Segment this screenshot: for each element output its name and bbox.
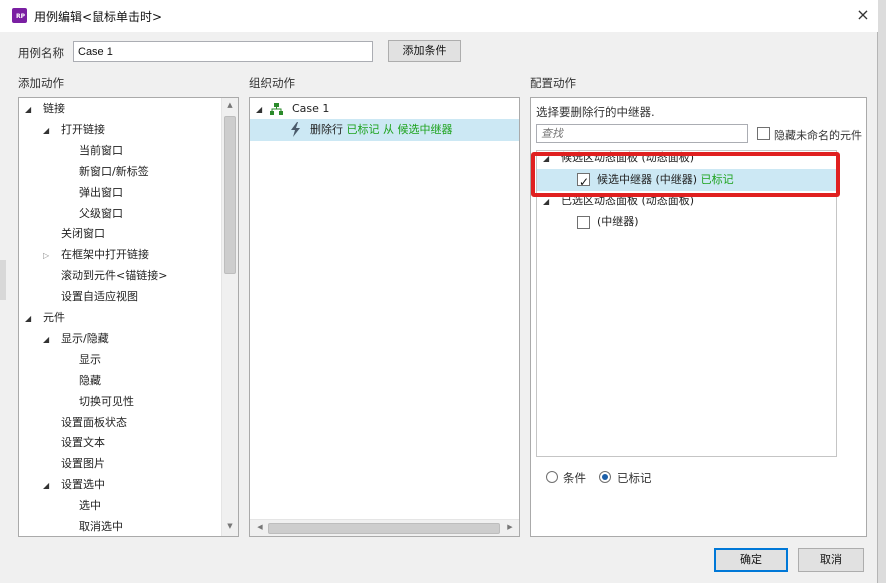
scroll-down-arrow-icon[interactable]: ▼ [223, 522, 237, 530]
add-action-item[interactable]: 新窗口/新标签 [19, 162, 219, 182]
add-action-item-label: 滚动到元件<锚链接> [61, 269, 168, 283]
add-condition-button[interactable]: 添加条件 [388, 40, 461, 62]
add-action-item-label: 设置自适应视图 [61, 290, 138, 304]
organize-action-panel: ◢ Case 1 删除行 已标记 从 候选中继器 ◀ ▶ [249, 97, 520, 537]
add-action-item-label: 新窗口/新标签 [79, 164, 149, 178]
hide-unnamed-checkbox[interactable] [757, 127, 770, 140]
red-highlight-box [531, 152, 840, 197]
add-action-item[interactable]: 滚动到元件<锚链接> [19, 266, 219, 286]
add-action-tree: ◢ 链接 ◢ 打开链接当前窗口新窗口/新标签 弹出窗口父级窗口关闭窗口 ▷ 在框架中打开链接… [18, 97, 239, 537]
add-action-item-label: 元件 [43, 311, 65, 324]
case-tree-icon [270, 103, 283, 115]
add-action-item[interactable]: ◢ 链接 [19, 99, 219, 119]
add-action-item[interactable]: 当前窗口 [19, 141, 219, 161]
add-action-item[interactable]: ◢ 元件 [19, 308, 219, 328]
add-action-item-label: 设置文本 [61, 436, 105, 450]
add-action-item-label: 在框架中打开链接 [61, 248, 149, 262]
expanded-triangle-icon[interactable]: ◢ [25, 100, 31, 120]
add-action-item[interactable]: ▷ 在框架中打开链接 [19, 245, 219, 265]
case-label: Case 1 [292, 102, 330, 115]
expanded-triangle-icon: ◢ [256, 105, 263, 114]
radio-selected-dot [602, 474, 608, 480]
add-action-item[interactable]: 切换可见性 [19, 392, 219, 412]
add-action-item[interactable]: ◢ 打开链接 [19, 120, 219, 140]
search-input[interactable] [536, 124, 748, 143]
add-action-item[interactable]: ◢ 设置选中 [19, 475, 219, 495]
add-action-item-label: 父级窗口 [79, 206, 123, 220]
add-action-item[interactable]: 弹出窗口 [19, 183, 219, 203]
add-action-item[interactable]: 取消选中 [19, 517, 219, 536]
add-action-item-label: 选中 [79, 499, 101, 513]
window-title: 用例编辑<鼠标单击时> [34, 10, 163, 24]
scroll-thumb[interactable] [224, 116, 236, 274]
collapsed-triangle-icon[interactable]: ▷ [43, 246, 49, 266]
add-action-item-label: 设置面板状态 [61, 415, 127, 429]
organize-action-heading: 组织动作 [249, 76, 295, 90]
action-marked-text: 已标记 从 候选中继器 [346, 123, 453, 136]
use-case-editor-dialog: 用例编辑<鼠标单击时> × 用例名称 添加条件 添加动作 组织动作 配置动作 ◢… [0, 0, 878, 583]
scroll-left-arrow-icon[interactable]: ◀ [253, 523, 267, 531]
case-name-input[interactable] [73, 41, 373, 62]
repeater-checkbox[interactable] [577, 216, 590, 229]
add-action-item-label: 当前窗口 [79, 143, 123, 157]
expanded-triangle-icon[interactable]: ◢ [25, 309, 31, 329]
add-action-item[interactable]: 关闭窗口 [19, 224, 219, 244]
add-action-item[interactable]: 设置面板状态 [19, 413, 219, 433]
add-action-item-label: 打开链接 [61, 122, 105, 136]
configure-instruction: 选择要删除行的中继器. [536, 105, 655, 119]
axure-app-icon [12, 8, 27, 23]
delete-row-action[interactable]: 删除行 已标记 从 候选中继器 [250, 119, 519, 141]
expanded-triangle-icon[interactable]: ◢ [43, 476, 49, 496]
add-action-item-label: 弹出窗口 [79, 185, 123, 199]
marked-radio-label: 已标记 [617, 471, 652, 485]
condition-radio-label: 条件 [563, 471, 586, 485]
add-action-item-label: 链接 [43, 102, 65, 115]
add-action-item[interactable]: 设置图片 [19, 454, 219, 474]
condition-radio[interactable] [546, 471, 558, 483]
add-action-item-label: 设置选中 [61, 478, 105, 492]
add-action-item[interactable]: 设置自适应视图 [19, 287, 219, 307]
close-icon[interactable]: × [854, 6, 872, 24]
organize-horizontal-scrollbar[interactable]: ◀ ▶ [250, 519, 519, 536]
expanded-triangle-icon[interactable]: ◢ [43, 121, 49, 141]
scroll-right-arrow-icon[interactable]: ▶ [503, 523, 517, 531]
case-row[interactable]: ◢ Case 1 [250, 99, 519, 119]
add-action-item-label: 隐藏 [79, 373, 101, 387]
configure-action-heading: 配置动作 [530, 76, 576, 90]
add-action-item-label: 显示/隐藏 [61, 331, 109, 345]
ok-button[interactable]: 确定 [714, 548, 788, 572]
add-action-item[interactable]: 父级窗口 [19, 204, 219, 224]
add-action-item-label: 设置图片 [61, 457, 105, 471]
add-action-item[interactable]: 显示 [19, 350, 219, 370]
add-action-item-label: 关闭窗口 [61, 227, 105, 241]
add-action-item-label: 取消选中 [79, 520, 123, 533]
add-action-item-label: 显示 [79, 352, 101, 366]
case-name-label: 用例名称 [18, 46, 64, 60]
hide-unnamed-label: 隐藏未命名的元件 [774, 129, 862, 142]
action-name: 删除行 [310, 123, 347, 136]
expanded-triangle-icon[interactable]: ◢ [43, 330, 49, 350]
item-label: (中继器) [597, 215, 639, 228]
lightning-icon [291, 122, 300, 137]
title-bar: 用例编辑<鼠标单击时> × [0, 0, 878, 32]
add-action-heading: 添加动作 [18, 76, 64, 90]
horizontal-scroll-thumb[interactable] [268, 523, 500, 534]
background-app-strip-left [0, 260, 6, 300]
add-action-item[interactable]: 隐藏 [19, 371, 219, 391]
add-action-item[interactable]: 设置文本 [19, 433, 219, 453]
add-action-vertical-scrollbar[interactable]: ▲ ▼ [221, 98, 238, 536]
tree-item-repeater[interactable]: (中继器) [537, 212, 836, 232]
marked-radio[interactable] [599, 471, 611, 483]
add-action-item[interactable]: ◢ 显示/隐藏 [19, 329, 219, 349]
background-app-strip [878, 0, 886, 583]
scroll-up-arrow-icon[interactable]: ▲ [223, 101, 237, 109]
add-action-item[interactable]: 选中 [19, 496, 219, 516]
cancel-button[interactable]: 取消 [798, 548, 864, 572]
add-action-item-label: 切换可见性 [79, 394, 134, 408]
